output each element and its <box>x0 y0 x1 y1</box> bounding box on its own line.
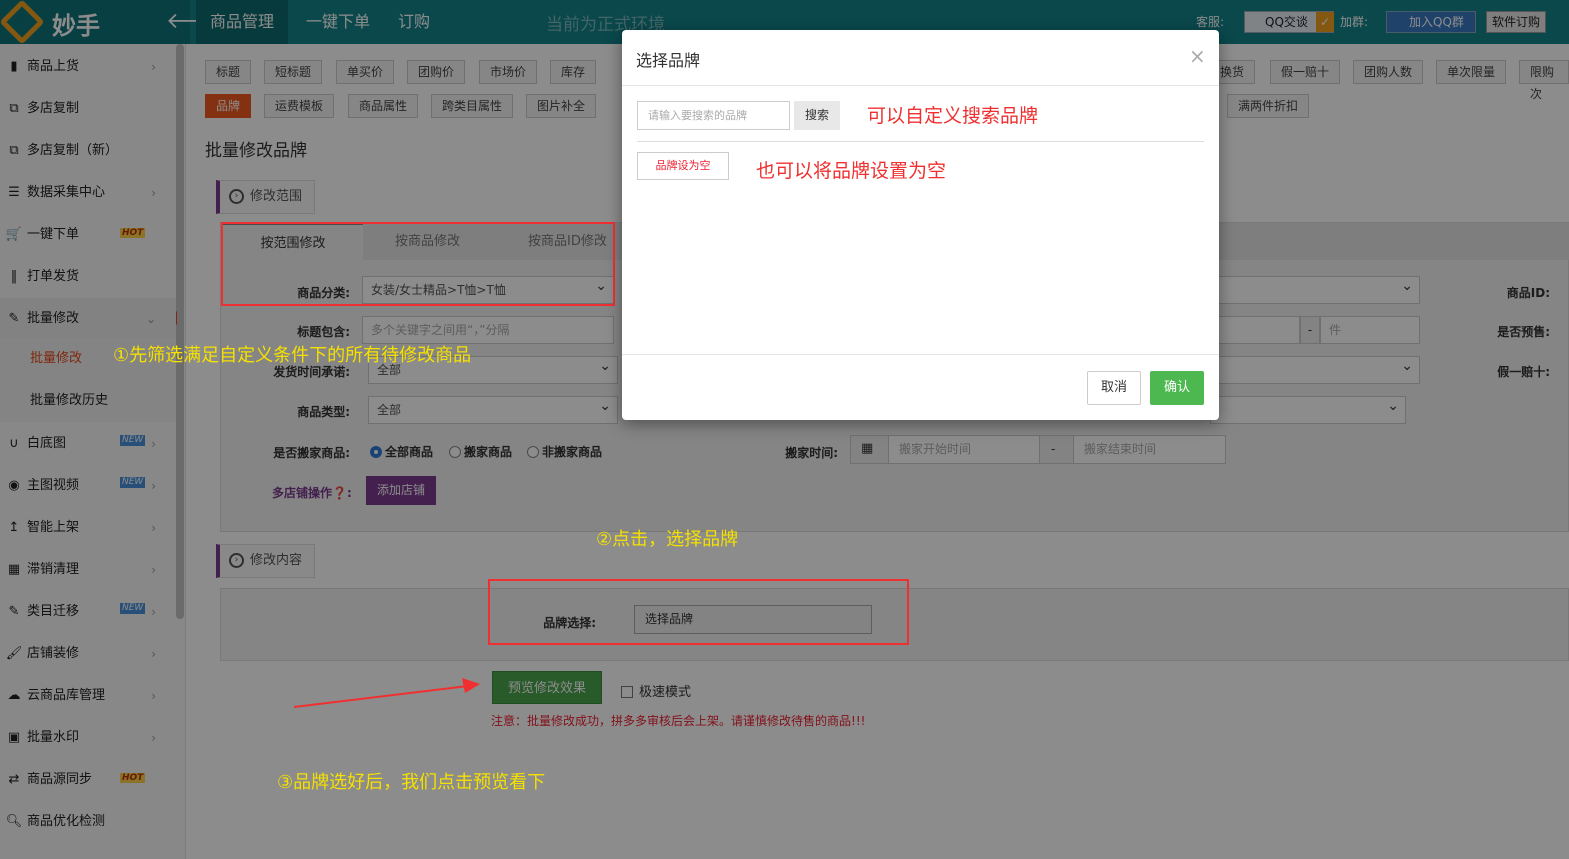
confirm-button[interactable]: 确认 <box>1150 371 1204 405</box>
arrow-annotation-icon <box>293 678 480 708</box>
modal-annotation-search: 可以自定义搜索品牌 <box>867 105 1039 127</box>
modal-title: 选择品牌 <box>636 51 701 70</box>
modal-annotation-empty: 也可以将品牌设置为空 <box>756 160 947 182</box>
brand-modal: 选择品牌 × 请输入要搜索的品牌 搜索 可以自定义搜索品牌 品牌设为空 也可以将… <box>622 30 1219 420</box>
highlight-box-category <box>221 222 615 306</box>
annotation-step1: ①先筛选满足自定义条件下的所有待修改商品 <box>113 345 472 366</box>
close-icon[interactable]: × <box>1189 44 1206 68</box>
brand-search-button[interactable]: 搜索 <box>794 101 840 130</box>
modal-inner-divider <box>637 141 1204 142</box>
brand-search-input[interactable]: 请输入要搜索的品牌 <box>637 101 790 130</box>
cancel-button[interactable]: 取消 <box>1087 371 1141 405</box>
highlight-box-brand <box>488 579 909 645</box>
set-brand-empty-button[interactable]: 品牌设为空 <box>637 152 729 180</box>
modal-footer-divider <box>622 354 1219 355</box>
annotation-step3: ③品牌选好后，我们点击预览看下 <box>277 772 546 793</box>
modal-divider <box>622 85 1219 86</box>
annotation-step2: ②点击，选择品牌 <box>596 529 739 550</box>
